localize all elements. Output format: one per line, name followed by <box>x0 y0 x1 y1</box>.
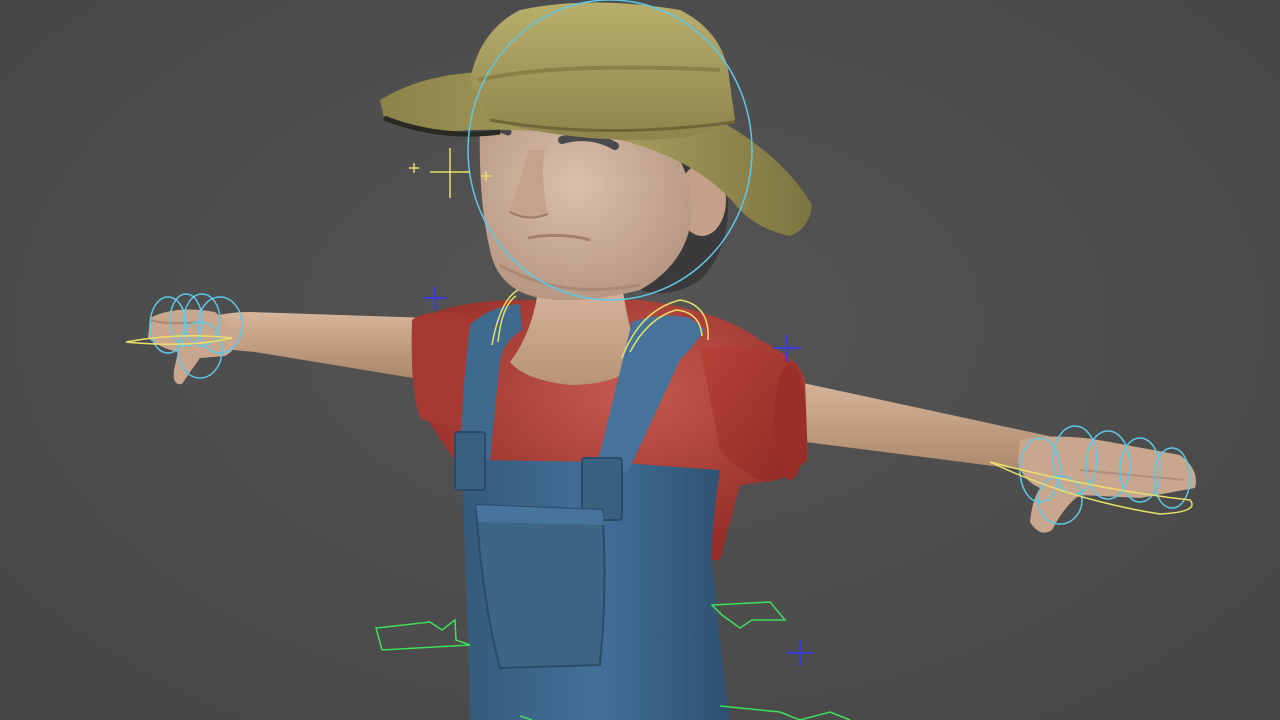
eye-aim-control[interactable] <box>409 148 491 198</box>
left-arm <box>148 309 430 385</box>
3d-viewport[interactable] <box>0 0 1280 720</box>
viewport-scene[interactable] <box>0 0 1280 720</box>
